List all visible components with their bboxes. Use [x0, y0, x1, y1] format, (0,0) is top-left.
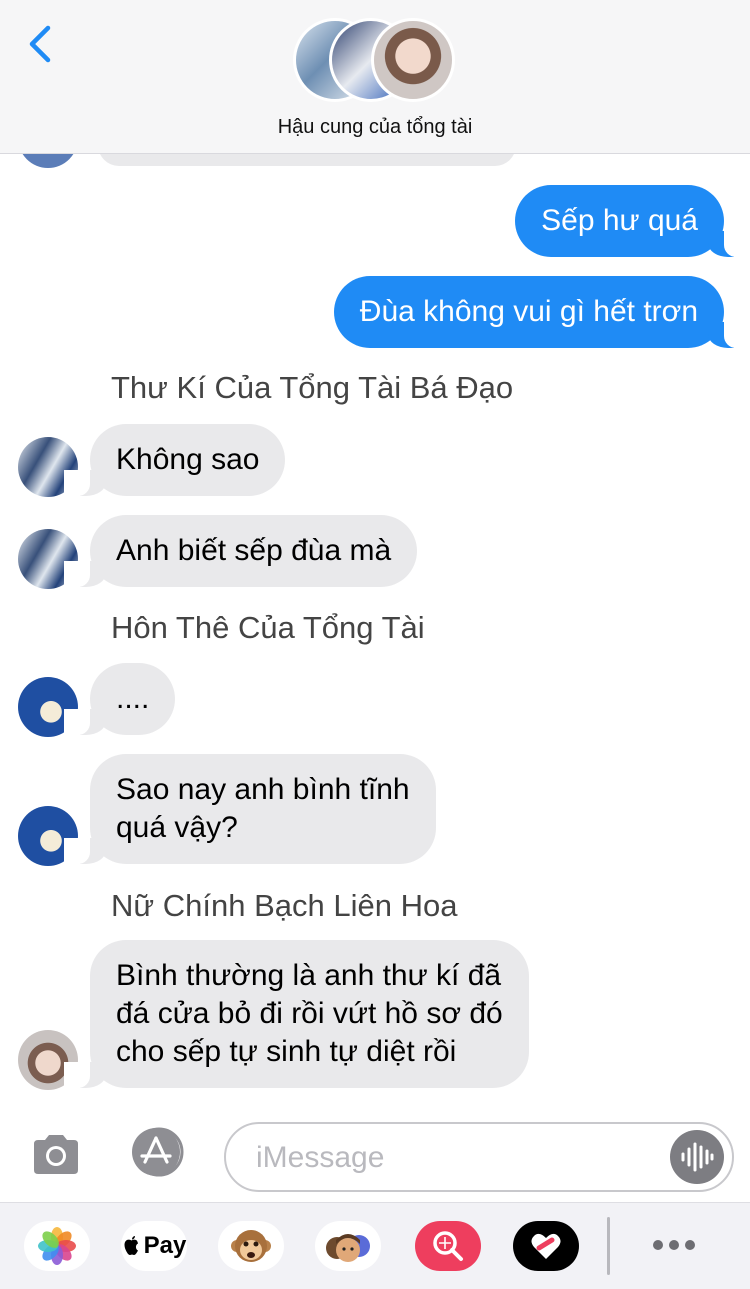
sender-name: Thư Kí Của Tổng Tài Bá Đạo: [111, 370, 514, 405]
sender-name: Hôn Thê Của Tổng Tài: [111, 610, 425, 645]
message-text: quá vậy?: [116, 811, 238, 844]
group-avatars[interactable]: [293, 18, 463, 104]
app-drawer: Pay: [0, 1202, 750, 1289]
conversation-title[interactable]: Hậu cung của tổng tài: [0, 116, 750, 139]
received-message-bubble[interactable]: Bình thường là anh thư kí đã đá cửa bỏ đ…: [64, 940, 529, 1088]
conversation-header: Hậu cung của tổng tài: [0, 0, 750, 154]
animoji-monkey-icon: [231, 1230, 271, 1262]
message-text: Bình thường là anh thư kí đã: [116, 959, 502, 992]
digital-touch-icon: [531, 1233, 561, 1259]
sent-message-bubble[interactable]: Đùa không vui gì hết trơn: [333, 276, 750, 348]
message-text: cho sếp tự sinh tự diệt rồi: [116, 1035, 457, 1068]
received-message-bubble[interactable]: Không sao: [63, 424, 286, 496]
message-text: ....: [116, 682, 150, 715]
received-message-bubble[interactable]: Anh biết sếp đùa mà: [63, 515, 418, 587]
sender-name: Nữ Chính Bạch Liên Hoa: [111, 888, 458, 923]
sent-message-bubble[interactable]: Sếp hư quá: [515, 185, 750, 257]
message-text: Sao nay anh bình tĩnh: [116, 773, 410, 806]
message-input[interactable]: [256, 1136, 656, 1180]
apple-pay-label: Pay: [143, 1232, 187, 1259]
message-text: Anh biết sếp đùa mà: [116, 534, 392, 567]
chevron-left-icon: [29, 25, 51, 63]
message-list[interactable]: Sếp hư quá Đùa không vui gì hết trơn Thư…: [0, 154, 750, 1114]
photos-app[interactable]: [24, 1221, 90, 1271]
camera-button[interactable]: [30, 1132, 82, 1176]
audio-message-button[interactable]: [670, 1130, 724, 1184]
message-text: đá cửa bỏ đi rồi vứt hồ sơ đó: [116, 997, 503, 1030]
memoji-icon: [326, 1234, 370, 1262]
drawer-divider: [607, 1217, 610, 1275]
received-message-bubble[interactable]: Sao nay anh bình tĩnh quá vậy?: [64, 754, 436, 864]
message-text: Không sao: [116, 443, 260, 476]
message-text: Đùa không vui gì hết trơn: [359, 295, 698, 328]
message-field[interactable]: [224, 1122, 734, 1192]
more-apps-button[interactable]: [648, 1233, 700, 1257]
memoji-app[interactable]: [315, 1221, 381, 1271]
avatar: [18, 154, 78, 168]
back-button[interactable]: [22, 22, 62, 66]
group-avatar: [371, 18, 455, 102]
audio-waveform-icon: [681, 1142, 714, 1172]
compose-bar: [0, 1114, 750, 1202]
animoji-app[interactable]: [218, 1221, 284, 1271]
photos-icon: [38, 1227, 76, 1265]
message-bubble-partial: [98, 154, 516, 166]
image-search-app[interactable]: [415, 1221, 481, 1271]
apple-pay-app[interactable]: Pay: [121, 1221, 187, 1271]
more-icon: [653, 1240, 695, 1250]
message-text: Sếp hư quá: [541, 204, 698, 237]
received-message-bubble[interactable]: ....: [63, 663, 176, 735]
image-search-icon: [433, 1231, 463, 1261]
digital-touch-app[interactable]: [513, 1221, 579, 1271]
camera-icon: [34, 1135, 78, 1174]
app-store-icon: [132, 1127, 184, 1177]
apple-pay-icon: Pay: [122, 1232, 187, 1260]
apps-button[interactable]: [126, 1126, 190, 1178]
